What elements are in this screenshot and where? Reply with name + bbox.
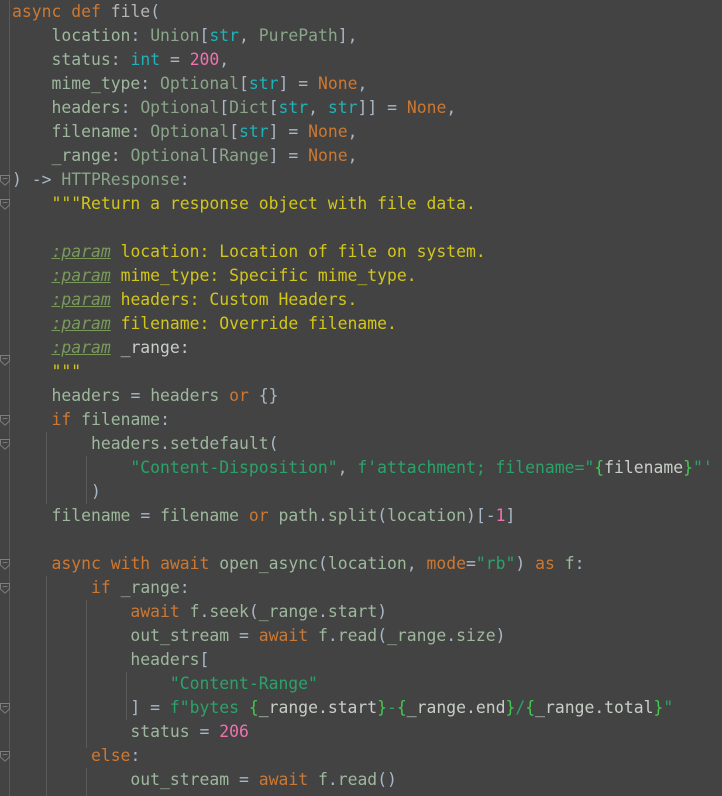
code-line: ) -> HTTPResponse: bbox=[12, 170, 190, 189]
code-line: async def file( bbox=[12, 2, 161, 21]
code-line: async with await open_async(location, mo… bbox=[51, 554, 585, 573]
code-line: if filename: bbox=[51, 410, 170, 429]
code-line: "Content-Range" bbox=[169, 674, 318, 693]
code-line: """ bbox=[51, 362, 82, 381]
code-line: if _range: bbox=[90, 578, 190, 597]
code-line: :param location: Location of file on sys… bbox=[51, 242, 486, 261]
python-source[interactable]: async def file( location: Union[str, Pur… bbox=[0, 0, 722, 796]
code-line: headers[ bbox=[130, 650, 210, 669]
code-line: """Return a response object with file da… bbox=[51, 194, 476, 213]
code-line: headers: Optional[Dict[str, str]] = None… bbox=[51, 98, 457, 117]
code-line: else: bbox=[90, 746, 141, 765]
code-line: out_stream = await f.read() bbox=[130, 770, 397, 789]
code-line: mime_type: Optional[str] = None, bbox=[51, 74, 368, 93]
code-line: :param filename: Override filename. bbox=[51, 314, 397, 333]
code-line: "Content-Disposition", f'attachment; fil… bbox=[130, 458, 713, 477]
code-line: :param mime_type: Specific mime_type. bbox=[51, 266, 417, 285]
code-line: await f.seek(_range.start) bbox=[130, 602, 388, 621]
code-line: filename: Optional[str] = None, bbox=[51, 122, 358, 141]
code-line: :param headers: Custom Headers. bbox=[51, 290, 358, 309]
code-line: status: int = 200, bbox=[51, 50, 230, 69]
code-line: ) bbox=[90, 482, 101, 501]
code-line: filename = filename or path.split(locati… bbox=[51, 506, 516, 525]
code-line: headers.setdefault( bbox=[90, 434, 279, 453]
code-line: :param _range: bbox=[51, 338, 190, 357]
code-line: location: Union[str, PurePath], bbox=[51, 26, 358, 45]
code-line: ] = f"bytes {_range.start}-{_range.end}/… bbox=[130, 698, 674, 717]
code-line: status = 206 bbox=[130, 722, 249, 741]
code-line: headers = headers or {} bbox=[51, 386, 279, 405]
code-line: out_stream = await f.read(_range.size) bbox=[130, 626, 506, 645]
code-editor[interactable]: async def file( location: Union[str, Pur… bbox=[0, 0, 722, 796]
code-line: _range: Optional[Range] = None, bbox=[51, 146, 358, 165]
